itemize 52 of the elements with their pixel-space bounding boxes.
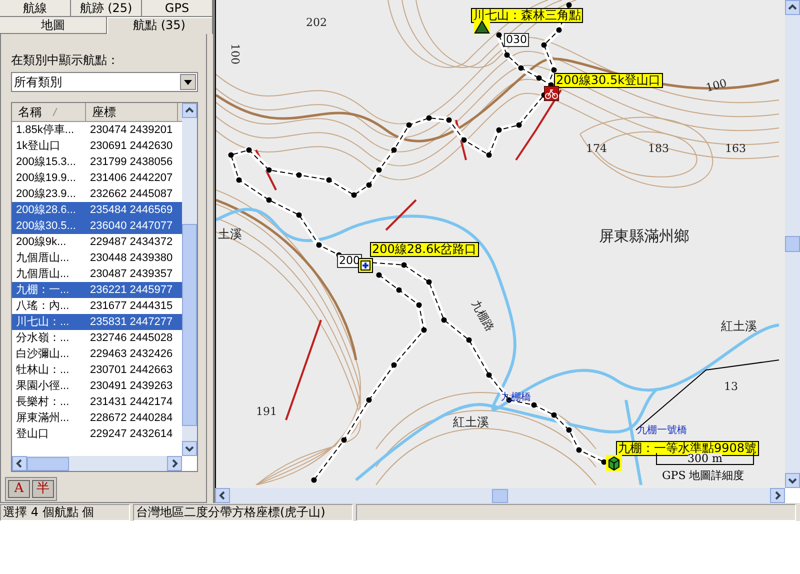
tab[interactable]: 地圖 bbox=[0, 17, 106, 34]
waypoint-row[interactable]: 屏東滿州... 228672 2440284 bbox=[12, 410, 182, 426]
waypoint-row[interactable]: 長樂村：... 231431 2442174 bbox=[12, 394, 182, 410]
place-label: 土溪 bbox=[218, 228, 242, 242]
scale-caption: GPS 地圖詳細度 bbox=[662, 470, 744, 481]
waypoint-row[interactable]: 九棚：一... 236221 2445977 bbox=[12, 282, 182, 298]
column-header[interactable]: 座標 bbox=[86, 103, 178, 121]
elevation-label: 13 bbox=[724, 381, 738, 394]
ime-button[interactable]: A bbox=[8, 480, 30, 498]
category-dropdown[interactable]: 所有類別 bbox=[11, 72, 198, 92]
elevation-label: 191 bbox=[256, 406, 277, 418]
category-label: 在類別中顯示航點： bbox=[11, 52, 120, 68]
waypoint-row[interactable]: 1.85k停車... 230474 2439201 bbox=[12, 122, 182, 138]
waypoint-label: 川七山：森林三角點 bbox=[471, 8, 583, 24]
waypoint-row[interactable]: 200線23.9... 232662 2445087 bbox=[12, 186, 182, 202]
elevation-label: 202 bbox=[306, 17, 327, 30]
waypoint-row[interactable]: 登山口 229247 2432614 bbox=[12, 426, 182, 442]
tab[interactable]: GPS bbox=[142, 0, 213, 17]
waypoint-row[interactable]: 果園小徑... 230491 2439263 bbox=[12, 378, 182, 394]
column-header[interactable]: 名稱 bbox=[12, 103, 86, 121]
waypoint-row[interactable]: 200線15.3... 231799 2438056 bbox=[12, 154, 182, 170]
waypoint-row[interactable]: 200線28.6... 235484 2446569 bbox=[12, 202, 182, 218]
waypoint-row[interactable]: 川七山：... 235831 2447277 bbox=[12, 314, 182, 330]
road-label: 九棚路 bbox=[469, 298, 496, 334]
ime-button[interactable]: 半 bbox=[32, 480, 54, 498]
elevation-label: 163 bbox=[725, 143, 746, 156]
tab[interactable]: 航跡 (25) bbox=[71, 0, 142, 17]
elevation-label: 174 bbox=[586, 143, 607, 156]
waypoint-row[interactable]: 八瑤：內... 231677 2444315 bbox=[12, 298, 182, 314]
waypoint-row[interactable]: 200線9k... 229487 2434372 bbox=[12, 234, 182, 250]
waypoint-row[interactable]: 白沙彌山... 229463 2432426 bbox=[12, 346, 182, 362]
elevation-label: 183 bbox=[648, 143, 669, 156]
tab[interactable]: 航點 (35) bbox=[106, 17, 213, 34]
waypoint-row[interactable]: 1k登山口 230691 2442630 bbox=[12, 138, 182, 154]
place-label: 紅土溪 bbox=[721, 320, 757, 334]
waypoint-label: 200線28.6k岔路口 bbox=[370, 242, 479, 258]
waypoint-row[interactable]: 九個厝山... 230448 2439380 bbox=[12, 250, 182, 266]
shield-label: 030 bbox=[504, 33, 529, 48]
waypoint-row[interactable]: 牡林山：... 230701 2442663 bbox=[12, 362, 182, 378]
bridge-label: 九棚一號橋 bbox=[637, 425, 687, 436]
status-panel: 選擇 4 個航點 個 bbox=[0, 504, 130, 521]
waypoint-label: 200線30.5k登山口 bbox=[554, 73, 663, 88]
waypoint-row[interactable]: 200線30.5... 236040 2447077 bbox=[12, 218, 182, 234]
tab[interactable]: 航線 bbox=[0, 0, 71, 17]
region-label: 屏東縣滿州鄉 bbox=[599, 228, 689, 244]
waypoint-row[interactable]: 200線19.9... 231406 2442207 bbox=[12, 170, 182, 186]
status-panel: 台灣地區二度分帶方格座標(虎子山) bbox=[133, 504, 353, 521]
waypoint-row[interactable]: 分水嶺：... 232746 2445028 bbox=[12, 330, 182, 346]
contour-label: 100 bbox=[704, 78, 728, 95]
waypoint-row[interactable]: 九個厝山... 230487 2439357 bbox=[12, 266, 182, 282]
contour-label: 100 bbox=[228, 44, 241, 65]
place-label: 紅土溪 bbox=[453, 416, 489, 430]
